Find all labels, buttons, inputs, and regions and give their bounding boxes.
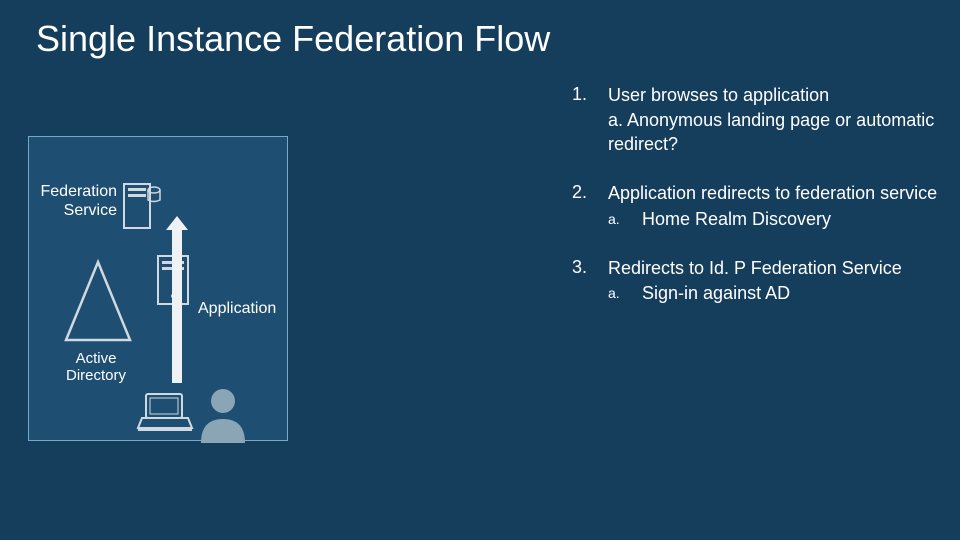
step-text: Application redirects to federation serv… — [608, 182, 942, 205]
label-active-directory: Active Directory — [56, 350, 136, 385]
step-sub-text: Sign-in against AD — [642, 282, 932, 305]
laptop-icon — [136, 390, 194, 434]
flow-arrow-up — [172, 228, 182, 383]
step-3: 3. Redirects to Id. P Federation Service… — [572, 257, 942, 306]
label-federation-service: Federation Service — [32, 182, 117, 220]
step-sub-letter: a. — [608, 208, 642, 228]
step-subtext: a. Anonymous landing page or automatic r… — [608, 109, 942, 156]
step-sub-letter: a. — [608, 282, 642, 302]
label-application: Application — [198, 300, 276, 318]
step-text: User browses to application — [608, 84, 942, 107]
step-number: 2. — [572, 182, 608, 231]
server-icon-federation — [122, 178, 162, 230]
step-2: 2. Application redirects to federation s… — [572, 182, 942, 231]
user-icon — [195, 385, 251, 445]
step-number: 1. — [572, 84, 608, 156]
steps-list: 1. User browses to application a. Anonym… — [572, 84, 942, 332]
step-sub-text: Home Realm Discovery — [642, 208, 932, 231]
slide-title: Single Instance Federation Flow — [0, 0, 960, 60]
step-1: 1. User browses to application a. Anonym… — [572, 84, 942, 156]
active-directory-icon — [62, 258, 134, 346]
step-number: 3. — [572, 257, 608, 306]
step-text: Redirects to Id. P Federation Service — [608, 257, 942, 280]
